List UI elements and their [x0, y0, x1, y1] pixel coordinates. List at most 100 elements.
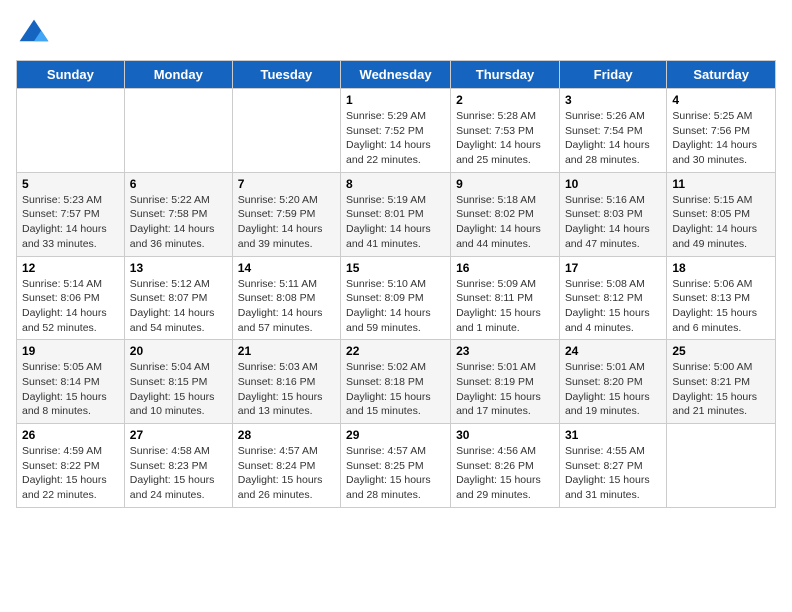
day-number: 20 — [130, 344, 227, 358]
weekday-header: Saturday — [667, 61, 776, 89]
day-number: 3 — [565, 93, 661, 107]
day-number: 12 — [22, 261, 119, 275]
day-number: 6 — [130, 177, 227, 191]
day-info: Sunrise: 5:01 AMSunset: 8:20 PMDaylight:… — [565, 360, 661, 419]
day-info: Sunrise: 5:11 AMSunset: 8:08 PMDaylight:… — [238, 277, 335, 336]
logo — [16, 16, 54, 52]
calendar-cell — [667, 424, 776, 508]
day-info: Sunrise: 5:29 AMSunset: 7:52 PMDaylight:… — [346, 109, 445, 168]
day-info: Sunrise: 5:26 AMSunset: 7:54 PMDaylight:… — [565, 109, 661, 168]
calendar-cell: 8 Sunrise: 5:19 AMSunset: 8:01 PMDaylight… — [341, 172, 451, 256]
day-number: 8 — [346, 177, 445, 191]
calendar-cell: 23Sunrise: 5:01 AMSunset: 8:19 PMDayligh… — [451, 340, 560, 424]
day-info: Sunrise: 5:06 AMSunset: 8:13 PMDaylight:… — [672, 277, 770, 336]
day-info: Sunrise: 4:56 AMSunset: 8:26 PMDaylight:… — [456, 444, 554, 503]
calendar-table: SundayMondayTuesdayWednesdayThursdayFrid… — [16, 60, 776, 508]
day-number: 7 — [238, 177, 335, 191]
day-info: Sunrise: 4:57 AMSunset: 8:25 PMDaylight:… — [346, 444, 445, 503]
calendar-cell: 17Sunrise: 5:08 AMSunset: 8:12 PMDayligh… — [559, 256, 666, 340]
calendar-cell: 29 Sunrise: 4:57 AMSunset: 8:25 PMDayligh… — [341, 424, 451, 508]
calendar-cell: 12 Sunrise: 5:14 AMSunset: 8:06 PMDayligh… — [17, 256, 125, 340]
day-info: Sunrise: 5:04 AMSunset: 8:15 PMDaylight:… — [130, 360, 227, 419]
day-number: 5 — [22, 177, 119, 191]
day-number: 16 — [456, 261, 554, 275]
day-info: Sunrise: 4:59 AMSunset: 8:22 PMDaylight:… — [22, 444, 119, 503]
day-info: Sunrise: 5:23 AMSunset: 7:57 PMDaylight:… — [22, 193, 119, 252]
calendar-cell: 16 Sunrise: 5:09 AMSunset: 8:11 PMDayligh… — [451, 256, 560, 340]
page-header — [16, 16, 776, 52]
calendar-cell: 3 Sunrise: 5:26 AMSunset: 7:54 PMDaylight… — [559, 89, 666, 173]
weekday-header: Wednesday — [341, 61, 451, 89]
calendar-cell: 31 Sunrise: 4:55 AMSunset: 8:27 PMDayligh… — [559, 424, 666, 508]
weekday-header: Thursday — [451, 61, 560, 89]
day-number: 24 — [565, 344, 661, 358]
calendar-cell: 4 Sunrise: 5:25 AMSunset: 7:56 PMDaylight… — [667, 89, 776, 173]
calendar-cell: 22 Sunrise: 5:02 AMSunset: 8:18 PMDayligh… — [341, 340, 451, 424]
day-number: 30 — [456, 428, 554, 442]
day-number: 18 — [672, 261, 770, 275]
calendar-cell: 10 Sunrise: 5:16 AMSunset: 8:03 PMDayligh… — [559, 172, 666, 256]
day-info: Sunrise: 4:55 AMSunset: 8:27 PMDaylight:… — [565, 444, 661, 503]
calendar-cell: 2 Sunrise: 5:28 AMSunset: 7:53 PMDaylight… — [451, 89, 560, 173]
day-number: 21 — [238, 344, 335, 358]
calendar-cell: 28 Sunrise: 4:57 AMSunset: 8:24 PMDayligh… — [232, 424, 340, 508]
day-number: 9 — [456, 177, 554, 191]
day-number: 31 — [565, 428, 661, 442]
day-number: 4 — [672, 93, 770, 107]
day-info: Sunrise: 4:57 AMSunset: 8:24 PMDaylight:… — [238, 444, 335, 503]
calendar-cell — [17, 89, 125, 173]
calendar-cell: 11 Sunrise: 5:15 AMSunset: 8:05 PMDayligh… — [667, 172, 776, 256]
calendar-cell — [232, 89, 340, 173]
calendar-cell: 9Sunrise: 5:18 AMSunset: 8:02 PMDaylight… — [451, 172, 560, 256]
day-number: 19 — [22, 344, 119, 358]
day-info: Sunrise: 5:22 AMSunset: 7:58 PMDaylight:… — [130, 193, 227, 252]
calendar-cell: 14 Sunrise: 5:11 AMSunset: 8:08 PMDayligh… — [232, 256, 340, 340]
day-info: Sunrise: 5:09 AMSunset: 8:11 PMDaylight:… — [456, 277, 554, 336]
day-number: 13 — [130, 261, 227, 275]
calendar-cell: 13 Sunrise: 5:12 AMSunset: 8:07 PMDayligh… — [124, 256, 232, 340]
calendar-cell: 7 Sunrise: 5:20 AMSunset: 7:59 PMDaylight… — [232, 172, 340, 256]
day-number: 22 — [346, 344, 445, 358]
calendar-cell: 30 Sunrise: 4:56 AMSunset: 8:26 PMDayligh… — [451, 424, 560, 508]
day-info: Sunrise: 5:02 AMSunset: 8:18 PMDaylight:… — [346, 360, 445, 419]
calendar-cell: 25 Sunrise: 5:00 AMSunset: 8:21 PMDayligh… — [667, 340, 776, 424]
day-number: 10 — [565, 177, 661, 191]
weekday-header: Monday — [124, 61, 232, 89]
day-info: Sunrise: 5:15 AMSunset: 8:05 PMDaylight:… — [672, 193, 770, 252]
calendar-week-row: 12 Sunrise: 5:14 AMSunset: 8:06 PMDayligh… — [17, 256, 776, 340]
day-info: Sunrise: 4:58 AMSunset: 8:23 PMDaylight:… — [130, 444, 227, 503]
day-info: Sunrise: 5:14 AMSunset: 8:06 PMDaylight:… — [22, 277, 119, 336]
day-info: Sunrise: 5:19 AMSunset: 8:01 PMDaylight:… — [346, 193, 445, 252]
day-number: 28 — [238, 428, 335, 442]
day-number: 1 — [346, 93, 445, 107]
calendar-cell: 18 Sunrise: 5:06 AMSunset: 8:13 PMDayligh… — [667, 256, 776, 340]
calendar-cell: 26 Sunrise: 4:59 AMSunset: 8:22 PMDayligh… — [17, 424, 125, 508]
day-number: 26 — [22, 428, 119, 442]
day-number: 17 — [565, 261, 661, 275]
calendar-cell: 24 Sunrise: 5:01 AMSunset: 8:20 PMDayligh… — [559, 340, 666, 424]
weekday-header: Tuesday — [232, 61, 340, 89]
calendar-week-row: 5 Sunrise: 5:23 AMSunset: 7:57 PMDaylight… — [17, 172, 776, 256]
day-info: Sunrise: 5:03 AMSunset: 8:16 PMDaylight:… — [238, 360, 335, 419]
calendar-week-row: 1 Sunrise: 5:29 AMSunset: 7:52 PMDaylight… — [17, 89, 776, 173]
day-info: Sunrise: 5:16 AMSunset: 8:03 PMDaylight:… — [565, 193, 661, 252]
calendar-week-row: 26 Sunrise: 4:59 AMSunset: 8:22 PMDayligh… — [17, 424, 776, 508]
day-info: Sunrise: 5:20 AMSunset: 7:59 PMDaylight:… — [238, 193, 335, 252]
weekday-header-row: SundayMondayTuesdayWednesdayThursdayFrid… — [17, 61, 776, 89]
day-number: 25 — [672, 344, 770, 358]
day-number: 23 — [456, 344, 554, 358]
day-info: Sunrise: 5:05 AMSunset: 8:14 PMDaylight:… — [22, 360, 119, 419]
day-info: Sunrise: 5:12 AMSunset: 8:07 PMDaylight:… — [130, 277, 227, 336]
calendar-cell: 19 Sunrise: 5:05 AMSunset: 8:14 PMDayligh… — [17, 340, 125, 424]
logo-icon — [16, 16, 52, 52]
day-number: 2 — [456, 93, 554, 107]
day-info: Sunrise: 5:28 AMSunset: 7:53 PMDaylight:… — [456, 109, 554, 168]
day-number: 14 — [238, 261, 335, 275]
calendar-cell: 21 Sunrise: 5:03 AMSunset: 8:16 PMDayligh… — [232, 340, 340, 424]
day-info: Sunrise: 5:00 AMSunset: 8:21 PMDaylight:… — [672, 360, 770, 419]
weekday-header: Sunday — [17, 61, 125, 89]
day-number: 11 — [672, 177, 770, 191]
day-info: Sunrise: 5:25 AMSunset: 7:56 PMDaylight:… — [672, 109, 770, 168]
calendar-cell: 5 Sunrise: 5:23 AMSunset: 7:57 PMDaylight… — [17, 172, 125, 256]
day-number: 29 — [346, 428, 445, 442]
